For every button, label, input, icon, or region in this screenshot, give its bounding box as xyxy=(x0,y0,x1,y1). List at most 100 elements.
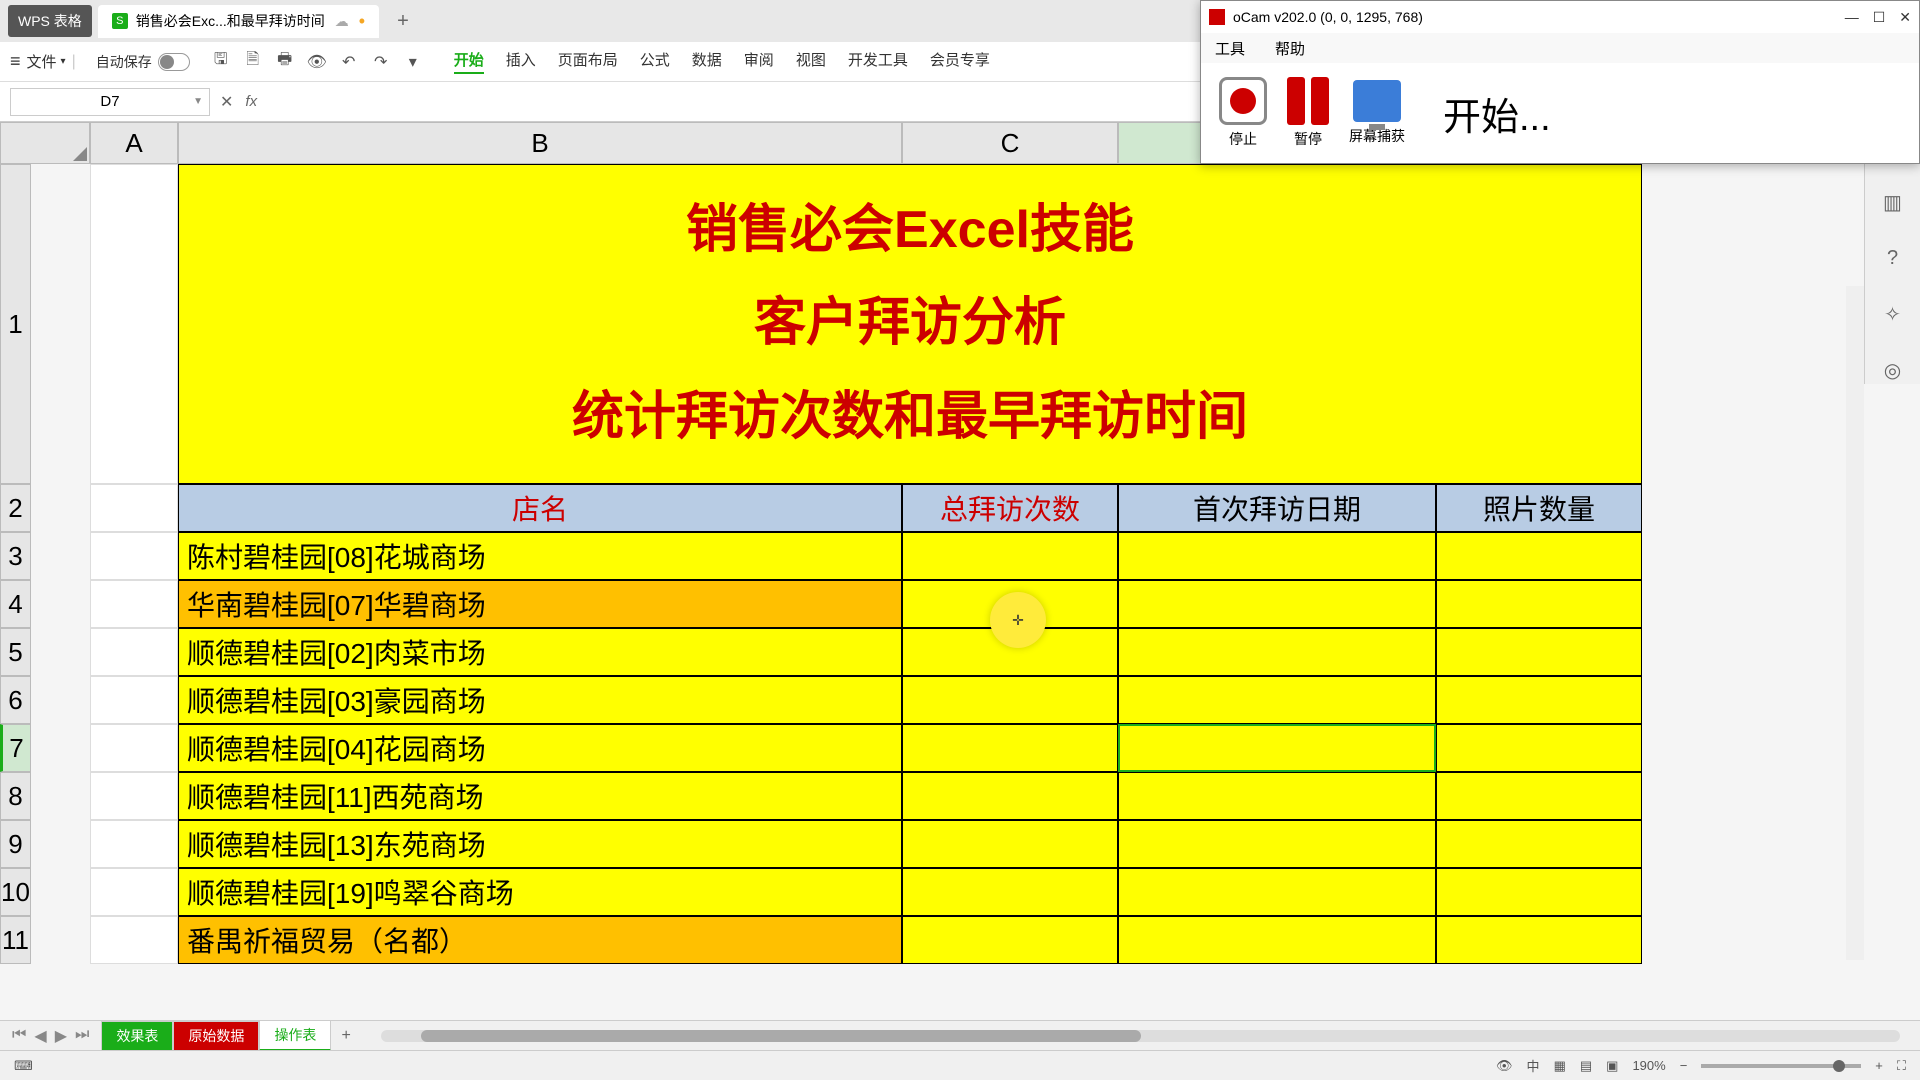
fullscreen-icon[interactable]: ⛶ xyxy=(1897,1058,1906,1074)
sidebar-ai-icon[interactable]: ✧ xyxy=(1879,300,1907,328)
ribbon-tab-start[interactable]: 开始 xyxy=(454,49,484,74)
sidebar-target-icon[interactable]: ◎ xyxy=(1879,356,1907,384)
hamburger-icon[interactable]: ≡ xyxy=(10,51,21,72)
dropdown-icon[interactable]: ▾ xyxy=(402,51,424,73)
status-left[interactable]: ⌨ xyxy=(14,1058,33,1074)
cell-store[interactable]: 陈村碧桂园[08]花城商场 xyxy=(178,532,902,580)
sheet-tab-work[interactable]: 操作表 xyxy=(259,1020,331,1051)
cell-a[interactable] xyxy=(90,628,178,676)
ocam-menu-tools[interactable]: 工具 xyxy=(1215,38,1245,59)
close-icon[interactable]: ✕ xyxy=(1899,9,1911,26)
save-icon[interactable]: 🖫 xyxy=(210,51,232,73)
cell-first-date[interactable] xyxy=(1118,628,1436,676)
cell-first-date[interactable] xyxy=(1118,676,1436,724)
cell-a[interactable] xyxy=(90,820,178,868)
sidebar-help-icon[interactable]: ? xyxy=(1879,244,1907,272)
cell-photos[interactable] xyxy=(1436,916,1642,964)
cell-a[interactable] xyxy=(90,868,178,916)
table-row[interactable]: 陈村碧桂园[08]花城商场 xyxy=(90,532,1642,580)
cell-visits[interactable] xyxy=(902,868,1118,916)
cell-first-date[interactable] xyxy=(1118,724,1436,772)
cell-a[interactable] xyxy=(90,772,178,820)
sheet-tab-result[interactable]: 效果表 xyxy=(101,1021,173,1051)
ribbon-tab-formula[interactable]: 公式 xyxy=(640,49,670,74)
ocam-window[interactable]: oCam v202.0 (0, 0, 1295, 768) — ☐ ✕ 工具 帮… xyxy=(1200,0,1920,164)
zoom-out-icon[interactable]: − xyxy=(1680,1058,1688,1073)
horizontal-scrollbar[interactable] xyxy=(381,1030,1900,1042)
cell-a2[interactable] xyxy=(90,484,178,532)
next-sheet-icon[interactable]: ▶ xyxy=(55,1026,67,1046)
cell-first-date[interactable] xyxy=(1118,820,1436,868)
cell-visits[interactable] xyxy=(902,724,1118,772)
minimize-icon[interactable]: — xyxy=(1845,9,1859,26)
header-visits[interactable]: 总拜访次数 xyxy=(902,484,1118,532)
cell-photos[interactable] xyxy=(1436,628,1642,676)
cell-first-date[interactable] xyxy=(1118,868,1436,916)
zoom-in-icon[interactable]: + xyxy=(1875,1058,1883,1073)
select-all-corner[interactable] xyxy=(0,122,90,164)
save-as-icon[interactable]: 🗎 xyxy=(242,51,264,73)
chevron-down-icon[interactable]: ▼ xyxy=(193,96,203,107)
row-header-2[interactable]: 2 xyxy=(0,484,31,532)
cell-visits[interactable] xyxy=(902,532,1118,580)
col-header-a[interactable]: A xyxy=(90,122,178,164)
cell-store[interactable]: 番禺祈福贸易（名都） xyxy=(178,916,902,964)
row-header-5[interactable]: 5 xyxy=(0,628,31,676)
cell-photos[interactable] xyxy=(1436,820,1642,868)
table-row[interactable]: 华南碧桂园[07]华碧商场 xyxy=(90,580,1642,628)
cell-store[interactable]: 顺德碧桂园[03]豪园商场 xyxy=(178,676,902,724)
table-row[interactable]: 顺德碧桂园[19]鸣翠谷商场 xyxy=(90,868,1642,916)
prev-sheet-icon[interactable]: ◀ xyxy=(34,1026,46,1046)
cancel-formula-icon[interactable]: ✕ xyxy=(220,92,233,112)
cell-photos[interactable] xyxy=(1436,676,1642,724)
ocam-stop-button[interactable]: 停止 xyxy=(1219,77,1267,149)
col-header-c[interactable]: C xyxy=(902,122,1118,164)
header-photos[interactable]: 照片数量 xyxy=(1436,484,1642,532)
toggle-icon[interactable] xyxy=(158,53,190,71)
title-merged-cell[interactable]: 销售必会Excel技能 客户拜访分析 统计拜访次数和最早拜访时间 xyxy=(178,164,1642,484)
cell-store[interactable]: 顺德碧桂园[04]花园商场 xyxy=(178,724,902,772)
document-tab[interactable]: S 销售必会Exc...和最早拜访时间 ☁ • xyxy=(98,5,379,38)
print-icon[interactable]: 🖶 xyxy=(274,51,296,73)
ocam-titlebar[interactable]: oCam v202.0 (0, 0, 1295, 768) — ☐ ✕ xyxy=(1201,1,1919,33)
cell-a[interactable] xyxy=(90,916,178,964)
add-sheet-button[interactable]: + xyxy=(331,1027,360,1045)
ribbon-tab-data[interactable]: 数据 xyxy=(692,49,722,74)
cell-photos[interactable] xyxy=(1436,772,1642,820)
eye-icon[interactable]: 👁 xyxy=(1496,1058,1513,1074)
ocam-pause-button[interactable]: 暂停 xyxy=(1287,77,1329,149)
row-header-6[interactable]: 6 xyxy=(0,676,31,724)
row-header-9[interactable]: 9 xyxy=(0,820,31,868)
fx-icon[interactable]: fx xyxy=(245,93,257,110)
spreadsheet-grid[interactable]: A B C D E F 1 2 3 4 5 6 7 8 9 10 11 销售必会… xyxy=(0,122,1920,1020)
cell-a[interactable] xyxy=(90,532,178,580)
row-header-1[interactable]: 1 xyxy=(0,164,31,484)
cell-a[interactable] xyxy=(90,580,178,628)
cell-visits[interactable] xyxy=(902,916,1118,964)
zoom-slider[interactable] xyxy=(1701,1064,1861,1068)
zoom-level[interactable]: 190% xyxy=(1632,1058,1665,1073)
cell-store[interactable]: 顺德碧桂园[13]东苑商场 xyxy=(178,820,902,868)
cell-store[interactable]: 顺德碧桂园[11]西苑商场 xyxy=(178,772,902,820)
name-box[interactable]: D7 ▼ xyxy=(10,88,210,116)
view-page-icon[interactable]: ▣ xyxy=(1606,1058,1618,1074)
last-sheet-icon[interactable]: ⏭ xyxy=(75,1026,89,1046)
cell-first-date[interactable] xyxy=(1118,580,1436,628)
row-header-8[interactable]: 8 xyxy=(0,772,31,820)
cell-photos[interactable] xyxy=(1436,868,1642,916)
cell-visits[interactable] xyxy=(902,820,1118,868)
table-row[interactable]: 顺德碧桂园[13]东苑商场 xyxy=(90,820,1642,868)
header-store[interactable]: 店名 xyxy=(178,484,902,532)
ribbon-tab-view[interactable]: 视图 xyxy=(796,49,826,74)
maximize-icon[interactable]: ☐ xyxy=(1873,9,1886,26)
chinese-icon[interactable]: 中 xyxy=(1527,1056,1540,1075)
ribbon-tab-layout[interactable]: 页面布局 xyxy=(558,49,618,74)
cell-visits[interactable] xyxy=(902,772,1118,820)
new-tab-button[interactable]: + xyxy=(385,10,421,33)
file-menu[interactable]: 文件 ▾ xyxy=(27,51,66,72)
cell-photos[interactable] xyxy=(1436,724,1642,772)
cell-a[interactable] xyxy=(90,676,178,724)
col-header-b[interactable]: B xyxy=(178,122,902,164)
table-row[interactable]: 顺德碧桂园[02]肉菜市场 xyxy=(90,628,1642,676)
table-row[interactable]: 顺德碧桂园[04]花园商场 xyxy=(90,724,1642,772)
